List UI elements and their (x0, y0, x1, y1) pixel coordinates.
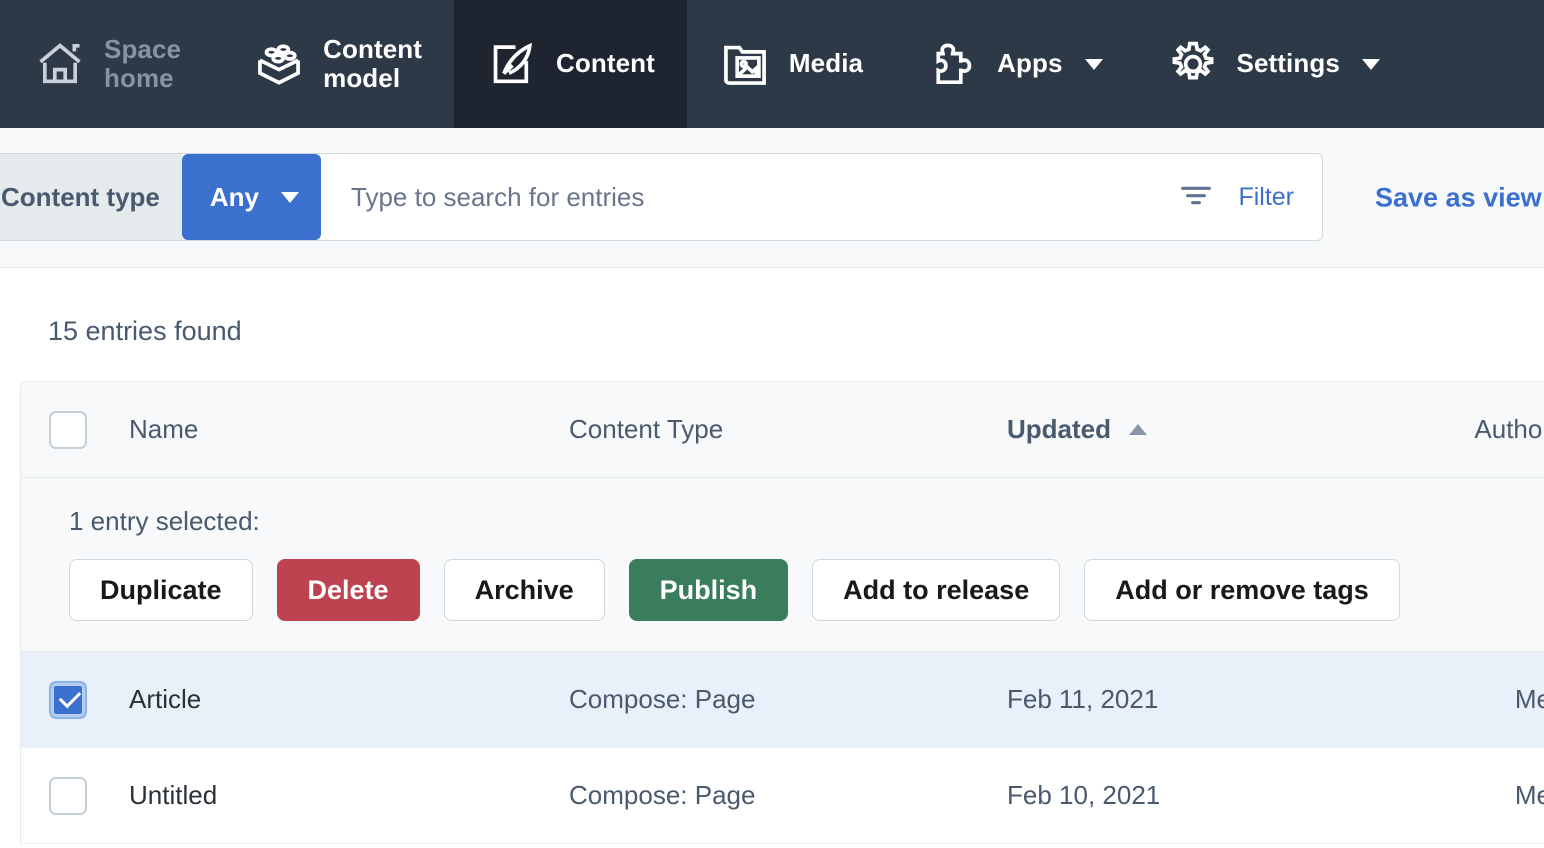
entries-table-header: Name Content Type Updated Author (21, 382, 1544, 478)
nav-item-space-home[interactable]: Space home (0, 0, 221, 128)
sort-ascending-icon (1129, 424, 1147, 435)
row-checkbox[interactable] (49, 680, 87, 719)
content-type-filter-value-label: Any (209, 181, 260, 212)
chevron-down-icon (281, 191, 300, 203)
nav-item-content-model[interactable]: Content model (221, 0, 454, 128)
row-content-type: Compose: Page (569, 780, 756, 810)
column-header-content-type[interactable]: Content Type (569, 414, 1007, 445)
duplicate-button[interactable]: Duplicate (69, 559, 253, 621)
nav-item-media[interactable]: Media (687, 0, 895, 128)
row-select-cell (21, 680, 129, 719)
nav-item-content-model-label: Content model (323, 33, 423, 93)
nav-item-content[interactable]: Content (454, 0, 687, 128)
table-row[interactable]: Untitled Compose: Page Feb 10, 2021 Me (21, 748, 1544, 844)
column-header-author[interactable]: Author (1447, 414, 1544, 445)
search-filter-toolbar: Content type Any Filter Save as view (0, 128, 1544, 268)
add-to-release-button[interactable]: Add to release (812, 559, 1061, 621)
row-updated: Feb 10, 2021 (1007, 780, 1161, 810)
home-icon (34, 38, 86, 90)
row-checkbox[interactable] (49, 776, 87, 815)
chevron-down-icon (1084, 58, 1103, 70)
column-header-name[interactable]: Name (129, 414, 569, 445)
row-content-type: Compose: Page (569, 684, 756, 714)
entries-main-area: 15 entries found Name Content Type Updat… (0, 268, 1544, 844)
nav-item-media-label: Media (788, 48, 864, 79)
nav-item-settings-label: Settings (1236, 48, 1340, 79)
entries-table: Name Content Type Updated Author 1 entry… (20, 381, 1544, 844)
nav-item-content-label: Content (556, 48, 655, 79)
filter-button[interactable]: Filter (1152, 154, 1322, 240)
row-name: Untitled (129, 780, 218, 810)
search-input[interactable] (321, 154, 1153, 240)
nav-item-apps[interactable]: Apps (895, 0, 1134, 128)
archive-button[interactable]: Archive (443, 559, 605, 621)
select-all-checkbox[interactable] (49, 410, 87, 449)
apps-puzzle-icon (927, 38, 979, 90)
top-navigation-bar: Space home Content model Content Media A… (0, 0, 1544, 128)
bulk-action-buttons: Duplicate Delete Archive Publish Add to … (69, 559, 1544, 621)
content-type-filter-value[interactable]: Any (181, 154, 322, 240)
filter-button-label: Filter (1238, 182, 1294, 211)
row-select-cell (21, 776, 129, 815)
publish-button[interactable]: Publish (628, 559, 789, 621)
search-bar-shell: Content type Any Filter (0, 153, 1323, 241)
row-author: Me (1514, 780, 1544, 810)
column-header-updated-label: Updated (1007, 414, 1111, 444)
bulk-action-bar: 1 entry selected: Duplicate Delete Archi… (21, 478, 1544, 652)
content-model-icon (253, 38, 305, 90)
delete-button[interactable]: Delete (276, 559, 420, 621)
table-row[interactable]: Article Compose: Page Feb 11, 2021 Me (21, 652, 1544, 748)
chevron-down-icon (1361, 58, 1380, 70)
content-type-filter-label: Content type (0, 154, 182, 240)
select-all-cell (21, 410, 129, 449)
entries-found-count: 15 entries found (48, 316, 242, 346)
row-updated: Feb 11, 2021 (1007, 684, 1159, 714)
nav-item-settings[interactable]: Settings (1135, 0, 1412, 128)
add-or-remove-tags-button[interactable]: Add or remove tags (1084, 559, 1400, 621)
settings-gear-icon (1167, 38, 1219, 90)
row-name: Article (129, 684, 202, 714)
filter-icon (1176, 175, 1216, 220)
nav-item-space-home-label: Space home (104, 33, 182, 93)
nav-item-apps-label: Apps (997, 48, 1063, 79)
bulk-selection-label: 1 entry selected: (69, 506, 260, 536)
media-image-icon (719, 38, 771, 90)
column-header-updated[interactable]: Updated (1007, 414, 1447, 445)
row-author: Me (1514, 684, 1544, 714)
save-as-view-button[interactable]: Save as view (1349, 182, 1542, 213)
content-quill-icon (486, 38, 538, 90)
